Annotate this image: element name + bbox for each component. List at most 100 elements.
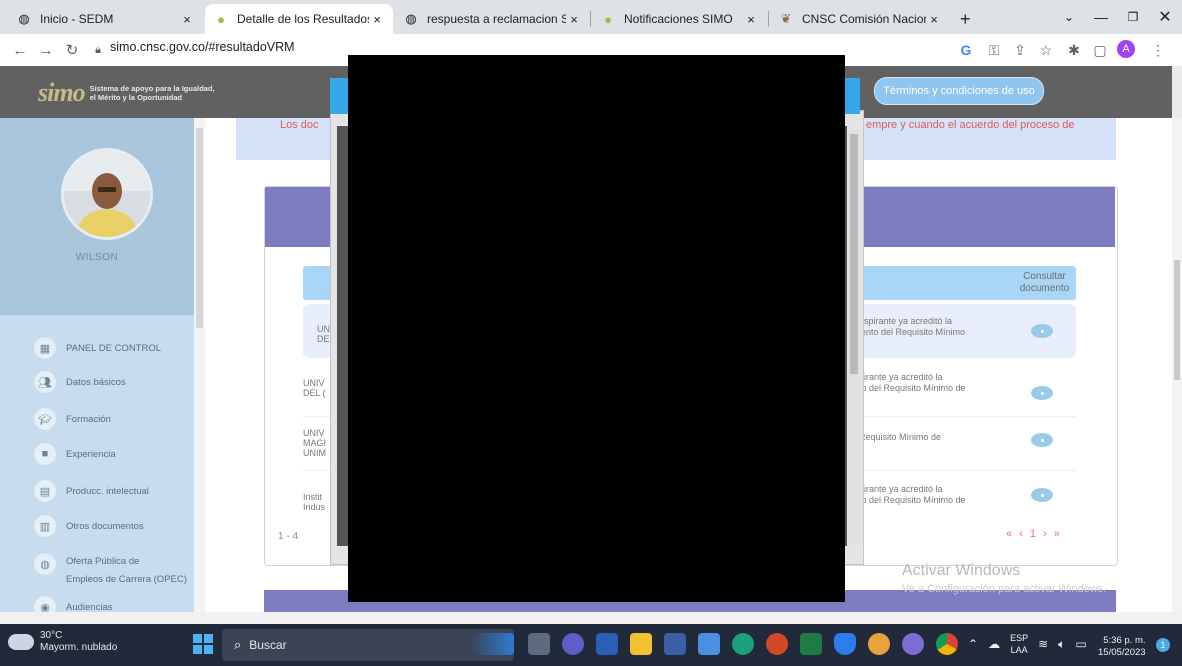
clock[interactable]: 5:36 p. m. 15/05/2023 [1098,635,1146,659]
tab-cnsc[interactable]: ❦ CNSC Comisión Nacional de × [770,4,950,34]
window-close-icon[interactable]: ✕ [1142,0,1182,34]
globe-icon: ◍ [405,11,417,26]
help-icon[interactable] [868,633,890,655]
edge-icon[interactable] [732,633,754,655]
cnsc-icon: ❦ [780,11,792,26]
tab-inicio-sedm[interactable]: ◍ Inicio - SEDM × [8,4,203,34]
store-icon[interactable] [664,633,686,655]
address-bar-url[interactable]: simo.cnsc.gov.co/#resultadoVRM [110,40,295,54]
page-scrollbar[interactable] [1172,118,1182,612]
cell-line: Indus [303,502,326,512]
forward-arrow-icon[interactable]: → [36,40,56,60]
sidebar-item-label: Audiencias [66,601,113,613]
browser-tab-strip: ◍ Inicio - SEDM × ● Detalle de los Resul… [0,0,1182,34]
clock-date: 15/05/2023 [1098,647,1146,658]
simo-logo[interactable]: simo Sistema de apoyo para la Igualdad, … [38,78,215,108]
scrollbar-thumb[interactable] [850,134,858,374]
tab-title: Inicio - SEDM [40,12,114,26]
institution-cell: UNIV MAGI UNIM [303,428,326,458]
close-icon[interactable]: × [743,12,759,27]
globe-icon: ◍ [18,11,30,26]
notice-text-left: Los doc [280,119,319,131]
sidebar-item-otros-documentos[interactable]: ▥ Otros documentos [34,515,194,537]
onedrive-icon[interactable]: ☁ [988,637,1000,651]
scrollbar-thumb[interactable] [196,128,203,328]
back-arrow-icon[interactable]: ← [10,40,30,60]
keyboard-layout: LAA [1010,645,1028,655]
side-panel-icon[interactable]: ▢ [1090,40,1110,60]
cell-line: Instit [303,492,323,502]
observation-cell: pirante ya acreditó la to del Requisito … [859,372,966,394]
sidebar-item-opec[interactable]: ◍ Oferta Pública de Empleos de Carrera (… [34,553,194,589]
eye-icon[interactable] [1031,386,1053,400]
chrome-icon[interactable] [936,633,958,655]
cell-line: DEL ( [303,388,326,398]
battery-icon[interactable]: ▭ [1075,637,1086,651]
tab-respuesta-reclamacion[interactable]: ◍ respuesta a reclamacion SIM × [395,4,590,34]
tab-notificaciones-simo[interactable]: ● Notificaciones SIMO × [592,4,767,34]
eye-icon[interactable] [1031,433,1053,447]
sidebar-item-label: Experiencia [66,448,116,460]
eye-icon[interactable] [1031,324,1053,338]
globe-icon: ◍ [34,553,56,575]
avatar[interactable] [61,148,153,240]
language-indicator[interactable]: ESP LAA [1010,632,1028,656]
modal-scrollbar[interactable] [848,130,860,544]
google-icon[interactable]: G [956,40,976,60]
sidebar-item-label-line1: Oferta Pública de [66,556,140,567]
volume-icon[interactable]: 🔈︎ [1058,637,1065,652]
document-icon: ▥ [34,515,56,537]
cell-line: MAGI [303,438,327,448]
sidebar-item-formacion[interactable]: 🎓︎ Formación [34,408,194,430]
sidebar-item-panel-control[interactable]: ▦ PANEL DE CONTROL [34,337,194,359]
task-view-icon[interactable] [528,633,550,655]
eye-icon[interactable] [1031,488,1053,502]
weather-widget[interactable]: 30°C Mayorm. nublado [8,630,117,654]
close-icon[interactable]: × [369,12,385,27]
close-icon[interactable]: × [566,12,582,27]
sidebar-item-datos-basicos[interactable]: 👥︎ Datos básicos [34,371,194,393]
search-placeholder: Buscar [249,638,287,652]
notes-app-icon[interactable] [698,633,720,655]
sidebar-item-produccion-intelectual[interactable]: ▤ Producc. intelectual [34,480,194,502]
reload-icon[interactable]: ↻ [62,40,82,60]
excel-icon[interactable] [800,633,822,655]
app-icon[interactable] [902,633,924,655]
notification-badge[interactable]: 1 [1156,638,1170,652]
sidebar-item-experiencia[interactable]: ■ Experiencia [34,443,194,465]
extensions-icon[interactable]: ✱ [1064,40,1084,60]
cell-line: pirante ya acreditó la [859,372,943,382]
lock-icon[interactable]: 🔒︎ [88,40,108,60]
terms-button[interactable]: Términos y condiciones de uso [874,77,1044,105]
tab-title: Notificaciones SIMO [624,12,733,26]
institution-cell: Instit Indus [303,492,325,512]
bookmark-star-icon[interactable]: ☆ [1036,40,1056,60]
user-name: WILSON [75,252,119,263]
sidebar-item-label: Datos básicos [66,376,126,388]
security-shield-icon[interactable] [834,633,856,655]
close-icon[interactable]: × [926,12,942,27]
sidebar-item-label: Oferta Pública de Empleos de Carrera (OP… [66,553,187,589]
header-scrollbar[interactable] [1172,66,1182,118]
close-icon[interactable]: × [179,12,195,27]
file-explorer-icon[interactable] [630,633,652,655]
sidebar-scrollbar[interactable] [194,118,205,612]
teams-icon[interactable] [562,633,584,655]
horizontal-scrollbar[interactable] [0,612,1182,624]
sidebar-item-label: Producc. intelectual [66,485,149,497]
tab-detalle-resultados[interactable]: ● Detalle de los Resultados de × [205,4,393,34]
search-highlight-icon[interactable] [470,633,514,655]
pagination[interactable]: « ‹ 1 › » [1006,528,1062,540]
powerpoint-icon[interactable] [766,633,788,655]
wifi-icon[interactable]: ≋ [1038,637,1048,651]
start-button[interactable] [193,634,213,654]
new-tab-button[interactable]: + [952,4,982,34]
profile-avatar[interactable]: A [1117,40,1135,58]
key-icon[interactable]: ⚿ [984,40,1004,60]
share-icon[interactable]: ⇪ [1010,40,1030,60]
scrollbar-thumb[interactable] [1174,260,1180,380]
word-icon[interactable] [596,633,618,655]
cell-line: UN [317,324,330,334]
menu-kebab-icon[interactable]: ⋮ [1148,40,1168,60]
chevron-up-icon[interactable]: ⌃ [968,637,978,651]
